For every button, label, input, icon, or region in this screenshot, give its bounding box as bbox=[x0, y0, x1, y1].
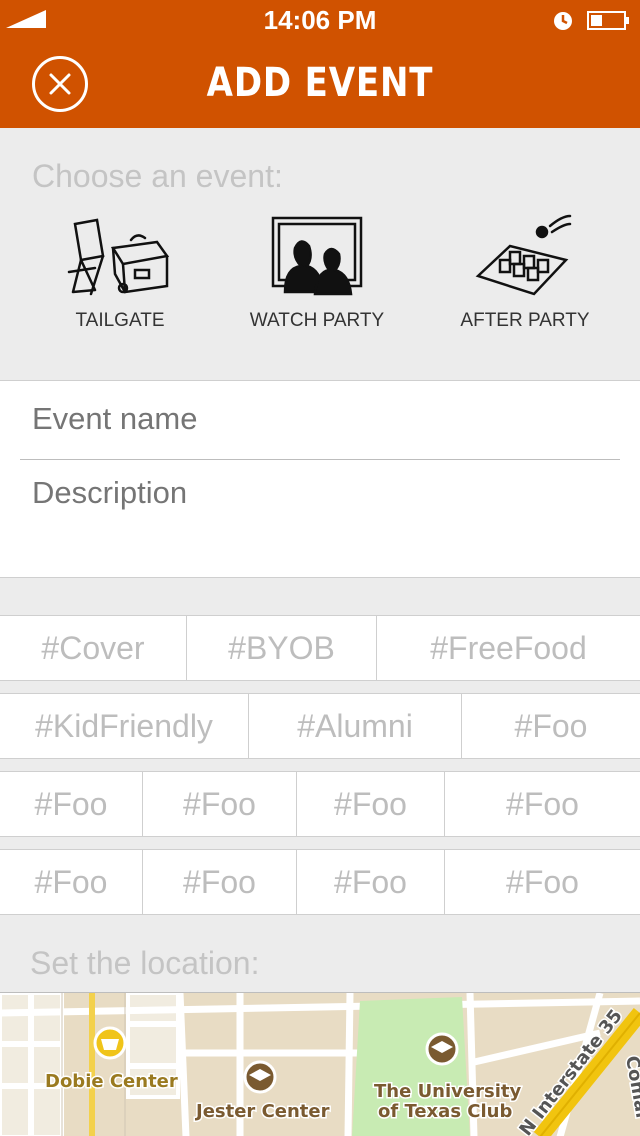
tag-row: #Foo #Foo #Foo #Foo bbox=[0, 771, 640, 837]
tag-foo[interactable]: #Foo bbox=[0, 850, 143, 914]
tailgate-icon bbox=[67, 218, 170, 296]
event-name-input[interactable] bbox=[32, 399, 612, 439]
event-type-watch-party[interactable]: WATCH PARTY bbox=[222, 212, 412, 362]
field-divider bbox=[20, 459, 620, 460]
tag-freefood[interactable]: #FreeFood bbox=[377, 616, 640, 680]
event-details-form bbox=[0, 380, 640, 578]
tag-foo[interactable]: #Foo bbox=[445, 850, 640, 914]
event-type-tailgate[interactable]: TAILGATE bbox=[25, 212, 215, 362]
location-map[interactable]: Dobie Center Jester Center The Universit… bbox=[0, 992, 640, 1136]
status-time: 14:06 PM bbox=[263, 5, 377, 35]
battery-icon bbox=[587, 11, 629, 30]
map-canvas[interactable]: Dobie Center Jester Center The Universit… bbox=[0, 993, 640, 1136]
page-title: ADD EVENT bbox=[206, 60, 434, 106]
tag-row: #KidFriendly #Alumni #Foo bbox=[0, 693, 640, 759]
status-bar: 14:06 PM bbox=[0, 0, 640, 40]
choose-event-label: Choose an event: bbox=[32, 158, 283, 194]
event-type-label: WATCH PARTY bbox=[249, 310, 385, 331]
watch-party-icon bbox=[271, 216, 363, 296]
map-label-club-1: The University bbox=[374, 1081, 521, 1102]
map-label-dobie: Dobie Center bbox=[45, 1071, 178, 1092]
map-label-club-2: of Texas Club bbox=[378, 1101, 512, 1122]
tag-cover[interactable]: #Cover bbox=[0, 616, 187, 680]
tag-foo[interactable]: #Foo bbox=[462, 694, 640, 758]
tag-kidfriendly[interactable]: #KidFriendly bbox=[0, 694, 249, 758]
event-type-after-party[interactable]: AFTER PARTY bbox=[430, 212, 620, 362]
header-bar: 14:06 PM ADD EVENT bbox=[0, 0, 640, 128]
tag-byob[interactable]: #BYOB bbox=[187, 616, 377, 680]
map-label-jester: Jester Center bbox=[194, 1101, 330, 1122]
tag-row: #Cover #BYOB #FreeFood bbox=[0, 615, 640, 681]
description-input[interactable] bbox=[32, 475, 612, 565]
clock-icon bbox=[554, 12, 572, 30]
tag-row: #Foo #Foo #Foo #Foo bbox=[0, 849, 640, 915]
event-type-label: TAILGATE bbox=[75, 310, 165, 331]
location-label: Set the location: bbox=[30, 945, 260, 981]
after-party-icon bbox=[475, 214, 572, 296]
tag-foo[interactable]: #Foo bbox=[143, 772, 297, 836]
tag-foo[interactable]: #Foo bbox=[143, 850, 297, 914]
event-type-label: AFTER PARTY bbox=[460, 310, 590, 331]
tag-foo[interactable]: #Foo bbox=[445, 772, 640, 836]
tag-foo[interactable]: #Foo bbox=[297, 772, 445, 836]
tag-foo[interactable]: #Foo bbox=[297, 850, 445, 914]
tag-alumni[interactable]: #Alumni bbox=[249, 694, 462, 758]
tag-foo[interactable]: #Foo bbox=[0, 772, 143, 836]
